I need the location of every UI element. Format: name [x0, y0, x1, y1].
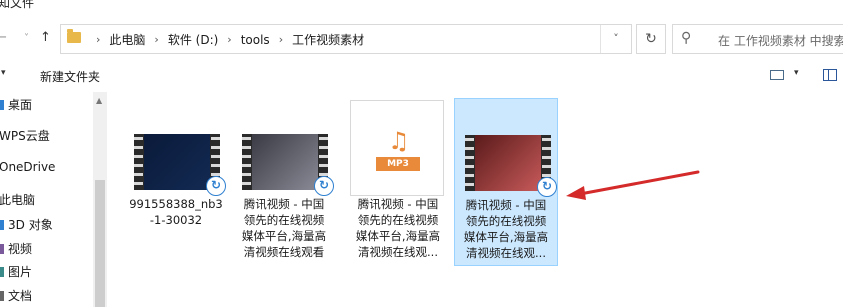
sidebar-item-onedrive[interactable]: OneDrive [0, 160, 55, 174]
breadcrumb: › 此电脑 › 软件 (D:) › tools › 工作视频素材 [87, 31, 364, 48]
pictures-icon [0, 266, 4, 277]
new-folder-button[interactable]: 新建文件夹 [40, 68, 100, 85]
video-thumbnail: ↻ [134, 134, 226, 196]
address-bar[interactable]: › 此电脑 › 软件 (D:) › tools › 工作视频素材 ˅ [60, 24, 632, 54]
music-note-icon: ♫ [388, 127, 410, 155]
sync-badge-icon: ↻ [314, 176, 334, 196]
search-placeholder: 在 工作视频素材 中搜索 [718, 34, 843, 48]
view-icon[interactable] [770, 70, 784, 80]
address-history-dropdown[interactable]: ˅ [600, 25, 631, 53]
back-icon[interactable]: ← [0, 30, 7, 45]
breadcrumb-drive-d[interactable]: 软件 (D:) [168, 31, 218, 48]
sidebar-item-videos[interactable]: 视频 [0, 240, 32, 257]
sync-badge-icon: ↻ [537, 177, 557, 197]
sidebar-item-3d-objects[interactable]: 3D 对象 [0, 216, 53, 233]
mp3-file-icon: ♫ MP3 [350, 100, 444, 196]
file-list: ↻ 991558388_nb3 -1-30032 ↻ 腾讯视频 - 中国 领先的… [112, 92, 843, 307]
scroll-up-icon[interactable]: ▲ [96, 96, 102, 105]
chevron-right-icon[interactable]: › [279, 33, 283, 46]
sidebar-item-wps-cloud[interactable]: WPS云盘 [0, 127, 50, 144]
breadcrumb-tools[interactable]: tools [241, 33, 270, 47]
mp3-label: MP3 [376, 157, 420, 171]
sidebar-item-pictures[interactable]: 图片 [0, 263, 32, 280]
expand-caret-icon[interactable]: ▾ [1, 68, 6, 78]
chevron-right-icon[interactable]: › [154, 33, 158, 46]
preview-pane-icon[interactable] [823, 69, 837, 81]
file-name: 991558388_nb3 -1-30032 [129, 197, 223, 227]
command-toolbar: ▾ 新建文件夹 ▾ [0, 62, 843, 90]
window-title-bar: 知文件 [0, 0, 843, 18]
file-name: 腾讯视频 - 中国 领先的在线视频 媒体平台,海量高 清视频在线观... [355, 197, 441, 259]
file-item-video-1[interactable]: ↻ 991558388_nb3 -1-30032 [124, 98, 228, 266]
video-thumbnail: ↻ [465, 135, 557, 197]
folder-icon [67, 29, 81, 43]
video-thumbnail: ↻ [242, 134, 334, 196]
sidebar-item-desktop[interactable]: 桌面 [0, 96, 32, 113]
window-title: 知文件 [0, 0, 35, 10]
chevron-right-icon[interactable]: › [227, 33, 231, 46]
sync-badge-icon: ↻ [206, 176, 226, 196]
sidebar-scrollbar[interactable]: ▲ [93, 92, 107, 307]
view-dropdown-icon[interactable]: ▾ [794, 68, 799, 78]
sidebar-item-documents[interactable]: 文档 [0, 287, 32, 304]
file-item-mp3[interactable]: ♫ MP3 腾讯视频 - 中国 领先的在线视频 媒体平台,海量高 清视频在线观.… [346, 98, 450, 266]
recent-dropdown-icon[interactable]: ˅ [24, 33, 29, 44]
3d-objects-icon [0, 219, 4, 230]
chevron-right-icon[interactable]: › [96, 33, 100, 46]
search-box[interactable]: ⚲ 在 工作视频素材 中搜索 [672, 24, 843, 54]
documents-icon [0, 290, 4, 301]
scrollbar-thumb[interactable] [95, 180, 105, 307]
file-item-video-selected[interactable]: ↻ 腾讯视频 - 中国 领先的在线视频 媒体平台,海量高 清视频在线观... [454, 98, 558, 266]
file-name: 腾讯视频 - 中国 领先的在线视频 媒体平台,海量高 清视频在线观看 [241, 197, 327, 259]
refresh-button[interactable]: ↻ [636, 24, 666, 54]
sidebar-item-this-pc[interactable]: 此电脑 [0, 191, 35, 208]
desktop-icon [0, 99, 4, 110]
up-icon[interactable]: ↑ [40, 30, 51, 45]
breadcrumb-current-folder[interactable]: 工作视频素材 [292, 31, 364, 48]
videos-icon [0, 243, 4, 254]
breadcrumb-this-pc[interactable]: 此电脑 [109, 31, 145, 48]
file-name: 腾讯视频 - 中国 领先的在线视频 媒体平台,海量高 清视频在线观... [463, 198, 549, 260]
file-item-video-2[interactable]: ↻ 腾讯视频 - 中国 领先的在线视频 媒体平台,海量高 清视频在线观看 [232, 98, 336, 266]
search-icon: ⚲ [681, 30, 692, 46]
annotation-arrow [566, 170, 700, 200]
